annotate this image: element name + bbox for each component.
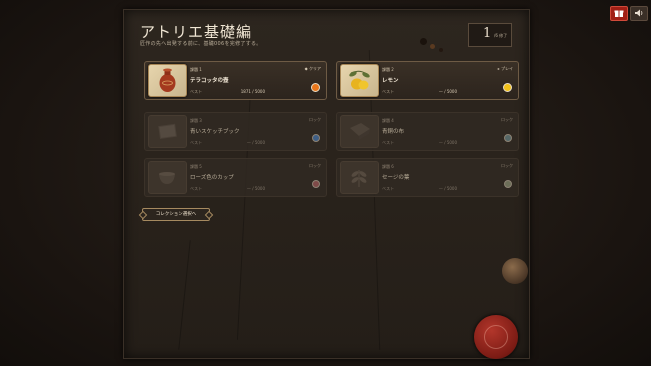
atelier-panel: アトリエ基礎編 匠作の先へ出発する前に、基礎006を完修了する。 1 /6 修了… [123,9,530,359]
color-swatch [504,180,512,188]
color-swatch [312,134,320,142]
wood-grain [236,70,253,340]
best-score: — / 5000 [246,186,265,191]
wax-seal [474,315,518,359]
best-score: — / 5000 [438,186,457,191]
lock-status: ロック [309,117,321,122]
best-score: — / 5000 [438,140,457,145]
page-title: アトリエ基礎編 [140,23,253,41]
lock-status: ロック [501,117,513,122]
course-status: ◆ クリア [304,66,321,71]
course-thumbnail [148,161,187,194]
decor-bead [439,48,443,52]
course-card-1[interactable]: 課題 1 テラコッタの壺 ベスト 1871 / 5000 ◆ クリア [144,61,327,100]
best-label: ベスト [190,140,203,145]
cup-icon [149,162,186,193]
best-label: ベスト [190,186,203,191]
course-name: 青いスケッチブック [190,129,240,135]
best-label: ベスト [382,186,395,191]
course-number: 課題 5 [190,164,202,169]
course-number: 課題 2 [382,67,394,72]
sketchbook-icon [149,116,186,147]
vase-icon [149,65,186,96]
gift-button[interactable] [610,6,628,21]
course-number: 課題 1 [190,67,202,72]
best-label: ベスト [382,89,395,94]
course-number: 課題 3 [190,118,202,123]
course-thumbnail [340,115,379,148]
speaker-icon [631,8,647,18]
course-name: テラコッタの壺 [190,78,229,84]
lock-status: ロック [501,163,513,168]
decor-bead [430,44,435,49]
color-swatch [503,83,512,92]
collection-select-button[interactable]: コレクション選択へ [142,208,210,221]
counter-label: /6 修了 [494,33,508,38]
lemon-icon [341,65,378,96]
course-name: ローズ色のカップ [190,175,234,181]
color-swatch [312,180,320,188]
cloth-icon [341,116,378,147]
gift-icon [611,8,627,18]
course-name: 青銅の布 [382,129,405,135]
lock-status: ロック [309,163,321,168]
course-name: セージの葉 [382,175,410,181]
best-score: — / 5000 [438,89,457,94]
course-name: レモン [382,78,399,84]
best-score: 1871 / 5000 [240,89,265,94]
course-card-5[interactable]: 課題 5 ローズ色のカップ ベスト — / 5000 ロック [144,158,327,197]
best-score: — / 5000 [246,140,265,145]
course-card-6[interactable]: 課題 6 セージの葉 ベスト — / 5000 ロック [336,158,519,197]
progress-counter: 1 /6 修了 [468,23,512,47]
course-card-4[interactable]: 課題 4 青銅の布 ベスト — / 5000 ロック [336,112,519,151]
decor-bead [420,38,427,45]
color-swatch [311,83,320,92]
sound-button[interactable] [630,6,648,21]
leaf-icon [341,162,378,193]
course-status: ▸ プレイ [497,66,513,71]
course-card-2[interactable]: 課題 2 レモン ベスト — / 5000 ▸ プレイ [336,61,519,100]
course-card-3[interactable]: 課題 3 青いスケッチブック ベスト — / 5000 ロック [144,112,327,151]
color-swatch [504,134,512,142]
course-number: 課題 4 [382,118,394,123]
counter-value: 1 [483,26,492,41]
course-thumbnail [148,115,187,148]
page-subtitle: 匠作の先へ出発する前に、基礎006を完修了する。 [140,41,262,47]
wood-grain [178,240,191,350]
best-label: ベスト [190,89,203,94]
course-number: 課題 6 [382,164,394,169]
course-thumbnail [148,64,187,97]
course-thumbnail [340,64,379,97]
course-thumbnail [340,161,379,194]
best-label: ベスト [382,140,395,145]
decor-knob [502,258,528,284]
